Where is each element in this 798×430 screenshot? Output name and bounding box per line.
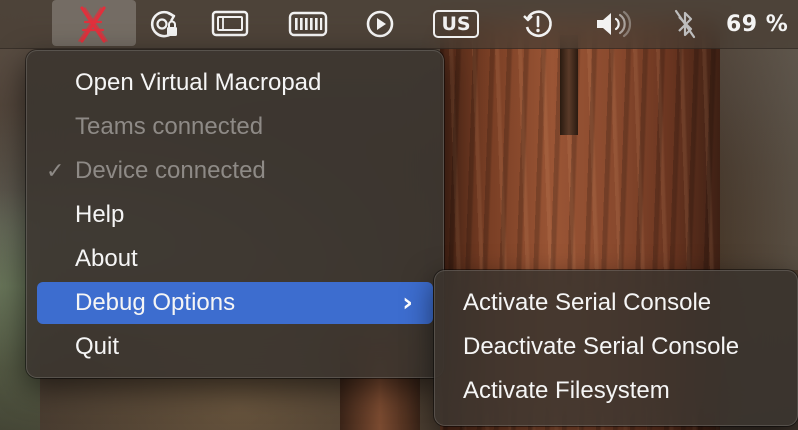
chevron-right-icon: › [402,288,413,318]
display-mirror-icon [211,10,249,37]
screen-lock-icon[interactable] [142,0,186,48]
submenu-item-activate-serial-console[interactable]: Activate Serial Console [443,282,789,324]
time-machine-icon[interactable] [518,0,558,48]
keyboard-viewer-icon [288,11,328,37]
status-item-menu: Open Virtual Macropad Teams connected ✓ … [26,50,444,378]
play-icon[interactable] [360,0,400,48]
bluetooth-disabled-icon [674,9,696,39]
menu-item-teams-connected: Teams connected [37,106,433,148]
menu-item-device-connected: ✓ Device connected [37,150,433,192]
macropad-x-icon [78,6,108,43]
menu-item-label: Open Virtual Macropad [75,69,322,96]
display-icon[interactable] [208,0,252,48]
submenu-item-activate-filesystem[interactable]: Activate Filesystem [443,370,789,412]
keyboard-icon[interactable] [286,0,330,48]
menu-item-quit[interactable]: Quit [37,326,433,368]
volume-icon[interactable] [592,0,636,48]
bluetooth-off-icon[interactable] [668,0,702,48]
menu-item-about[interactable]: About [37,238,433,280]
menu-item-label: Debug Options [75,289,236,316]
input-source-label: US [433,10,479,38]
menu-item-label: Teams connected [75,113,264,140]
menu-item-label: Device connected [75,157,266,184]
tree-trunk-far [560,35,578,135]
menu-item-label: Help [75,201,125,228]
debug-options-submenu: Activate Serial Console Deactivate Seria… [434,270,798,426]
submenu-item-label: Activate Serial Console [463,289,712,316]
battery-percentage: 69 % [726,11,789,37]
play-circle-icon [366,10,394,38]
checkmark-icon: ✓ [46,158,65,184]
speaker-icon [597,10,632,38]
forest-haze [720,40,798,270]
submenu-item-label: Deactivate Serial Console [463,333,740,360]
macropad-status-icon[interactable] [62,0,124,48]
submenu-item-label: Activate Filesystem [463,377,670,404]
menu-item-label: About [75,245,138,272]
submenu-item-deactivate-serial-console[interactable]: Deactivate Serial Console [443,326,789,368]
menu-item-help[interactable]: Help [37,194,433,236]
input-source-menu[interactable]: US [432,0,480,48]
menu-item-debug-options[interactable]: Debug Options › [37,282,433,324]
menu-item-open-virtual-macropad[interactable]: Open Virtual Macropad [37,62,433,104]
menu-bar: US 69 % [0,0,798,49]
battery-status[interactable]: 69 % [726,0,798,48]
clock-history-icon [523,10,552,37]
menu-item-label: Quit [75,333,120,360]
lock-rotation-icon [150,10,177,38]
